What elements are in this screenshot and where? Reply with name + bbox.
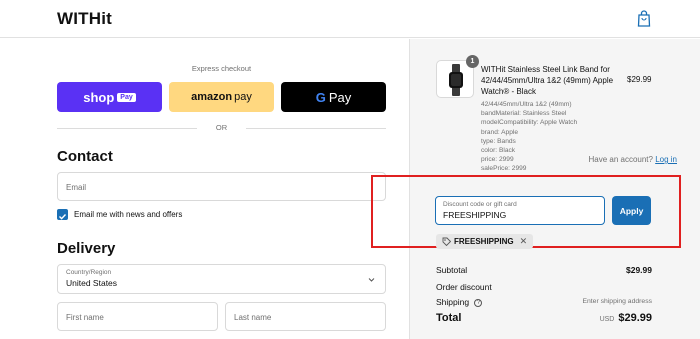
- info-icon[interactable]: ?: [474, 299, 483, 307]
- order-discount-label: Order discount: [436, 282, 492, 292]
- shipping-label: Shipping: [436, 297, 470, 307]
- store-logo[interactable]: WITHit: [57, 9, 112, 29]
- product-name: WITHit Stainless Steel Link Band for 42/…: [481, 65, 614, 96]
- shop-pay-label: shop: [83, 89, 115, 105]
- total-label: Total: [436, 312, 462, 324]
- news-opt-in-label: Email me with news and offers: [74, 210, 183, 219]
- product-detail-line: color: Black: [481, 147, 516, 155]
- product-details: 42/44/45mm/Ultra 1&2 (49mm) bandMaterial…: [481, 100, 631, 174]
- last-name-field[interactable]: Last name: [225, 302, 386, 331]
- order-discount-row: Order discount: [436, 282, 652, 292]
- applied-discount-tag: FREESHIPPING ✕: [436, 234, 534, 249]
- subtotal-row: Subtotal $29.99: [436, 265, 652, 275]
- remove-discount-icon[interactable]: ✕: [520, 236, 528, 247]
- total-amount: USD $29.99: [600, 312, 652, 324]
- google-pay-button[interactable]: G Pay: [281, 82, 386, 112]
- divider-line-right: [246, 128, 386, 129]
- chevron-down-icon: [368, 278, 375, 282]
- product-detail-line: brand: Apple: [481, 128, 519, 136]
- shop-pay-button[interactable]: shop Pay: [57, 82, 162, 112]
- product-price: $29.99: [627, 75, 652, 84]
- header: WITHit: [0, 0, 700, 38]
- first-name-placeholder: First name: [66, 313, 104, 322]
- total-value: $29.99: [618, 312, 652, 324]
- quantity-badge: 1: [466, 55, 479, 68]
- express-checkout-title: Express checkout: [191, 64, 252, 73]
- country-label: Country/Region: [66, 269, 112, 276]
- shopping-bag-icon[interactable]: [637, 10, 651, 27]
- product-detail-line: modelCompatibility: Apple Watch: [481, 119, 578, 127]
- shop-pay-badge: Pay: [117, 92, 136, 102]
- country-select[interactable]: Country/Region United States: [57, 264, 386, 294]
- delivery-title: Delivery: [57, 240, 116, 257]
- subtotal-value: $29.99: [626, 265, 652, 275]
- total-currency: USD: [599, 316, 615, 323]
- shipping-value: Enter shipping address: [582, 298, 652, 305]
- product-detail-line: type: Bands: [481, 137, 516, 145]
- product-detail-line: bandMaterial: Stainless Steel: [481, 110, 567, 118]
- google-pay-label: Pay: [328, 89, 352, 105]
- amazon-pay-button[interactable]: amazon pay: [169, 82, 274, 112]
- email-field[interactable]: Email: [57, 172, 386, 201]
- news-opt-in-checkbox[interactable]: [57, 209, 68, 220]
- applied-code-text: FREESHIPPING: [454, 237, 514, 246]
- product-detail-line: price: 2999: [481, 156, 514, 164]
- login-link[interactable]: Log in: [655, 155, 677, 164]
- amazon-pay-label: amazon: [191, 91, 233, 103]
- last-name-placeholder: Last name: [234, 313, 272, 322]
- country-value: United States: [66, 278, 118, 288]
- product-detail-line: 42/44/45mm/Ultra 1&2 (49mm): [481, 101, 572, 108]
- first-name-field[interactable]: First name: [57, 302, 218, 331]
- amazon-pay-suffix: pay: [234, 91, 252, 103]
- google-g-icon: G: [315, 89, 326, 105]
- or-divider: OR: [57, 122, 386, 134]
- subtotal-label: Subtotal: [436, 265, 468, 275]
- shipping-row: Shipping ? Enter shipping address: [436, 297, 652, 307]
- tag-icon: [442, 237, 451, 246]
- contact-title: Contact: [57, 148, 113, 165]
- checkmark-icon: [59, 214, 67, 220]
- product-detail-line: salePrice: 2999: [481, 165, 527, 173]
- email-placeholder: Email: [66, 183, 87, 192]
- total-row: Total USD $29.99: [436, 312, 652, 324]
